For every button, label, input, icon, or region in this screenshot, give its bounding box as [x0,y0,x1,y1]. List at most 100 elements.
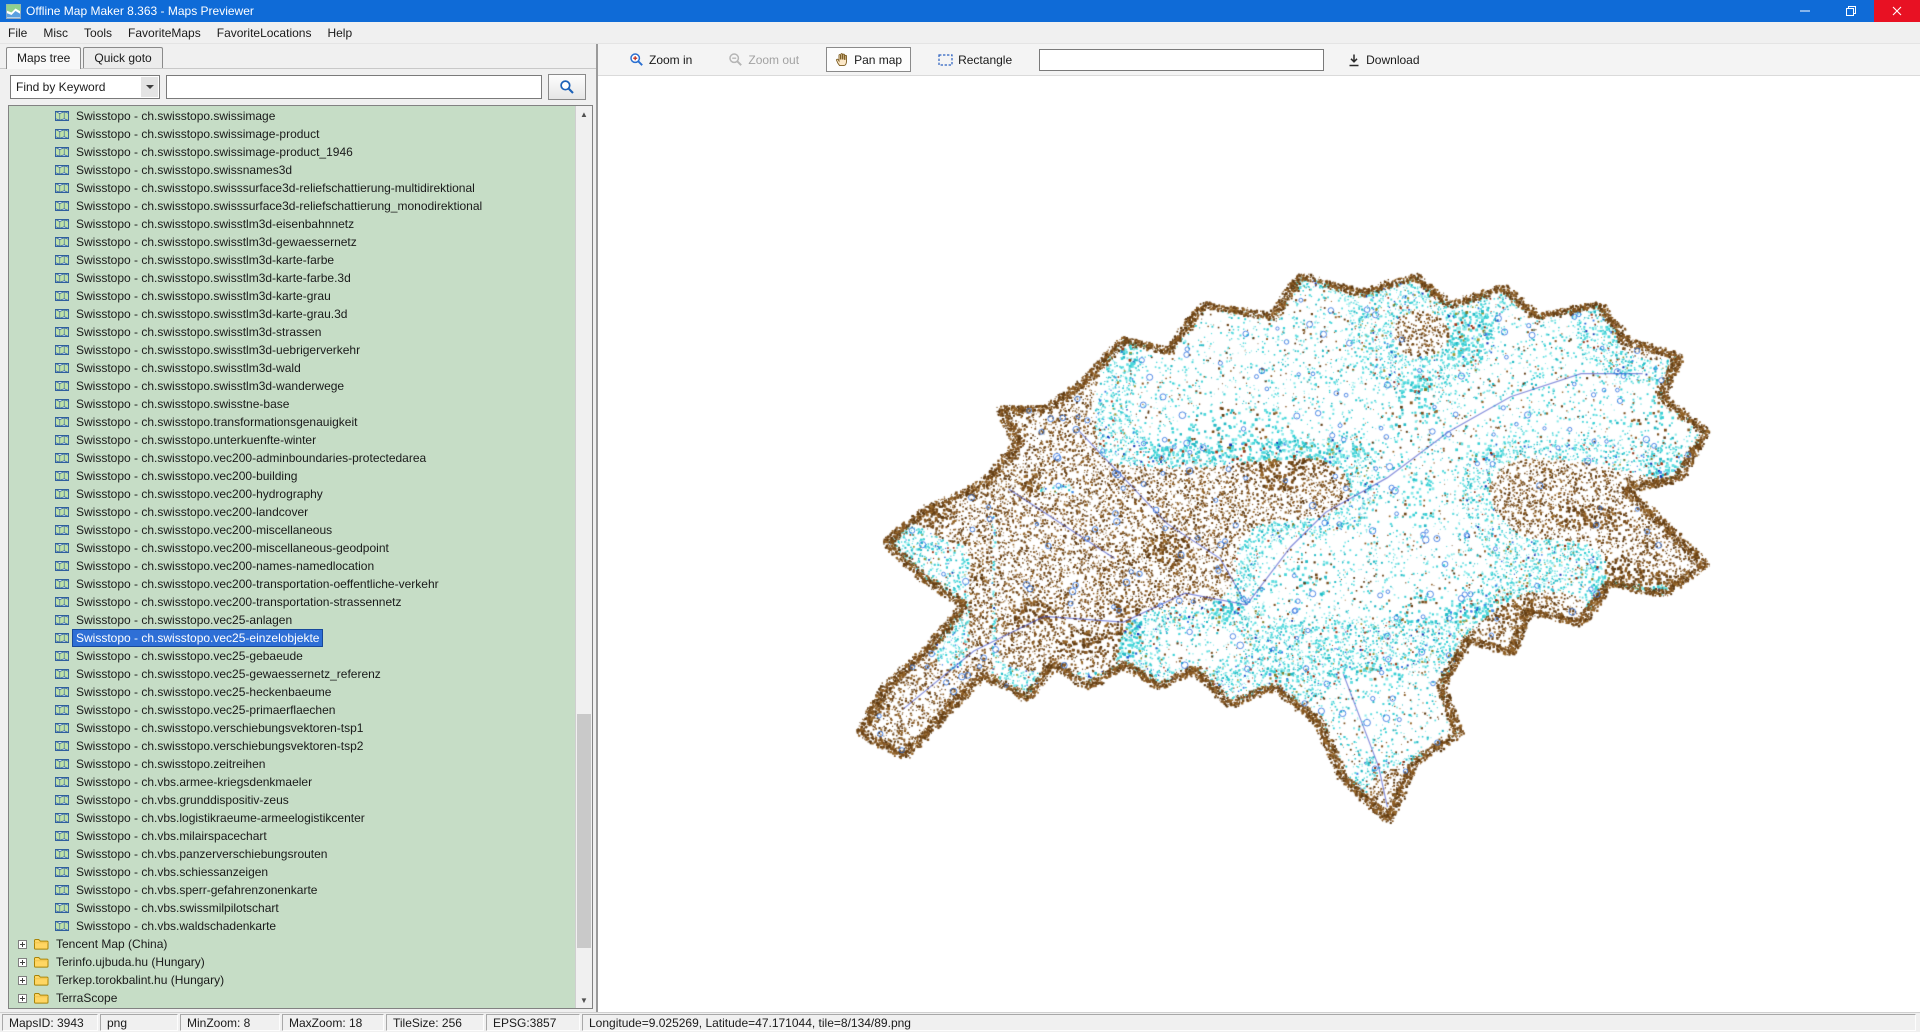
tree-map-item[interactable]: Swisstopo - ch.swisstopo.vec200-names-na… [9,557,575,575]
tree-map-item[interactable]: Swisstopo - ch.swisstopo.swisssurface3d-… [9,197,575,215]
tree-scrollbar[interactable]: ▲ ▼ [575,106,592,1008]
zoom-out-button[interactable]: Zoom out [719,47,808,72]
map-icon [55,560,69,572]
tree-map-item[interactable]: Swisstopo - ch.swisstopo.swisstlm3d-kart… [9,269,575,287]
tree-item-label: Swisstopo - ch.swisstopo.swisstlm3d-eise… [73,216,357,232]
menu-item-favoritelocations[interactable]: FavoriteLocations [209,22,320,43]
menu-item-favoritemaps[interactable]: FavoriteMaps [120,22,209,43]
tree-map-item[interactable]: Swisstopo - ch.swisstopo.swissnames3d [9,161,575,179]
zoom-out-icon [728,52,743,67]
zoom-in-button[interactable]: Zoom in [620,47,701,72]
tree-map-item[interactable]: Swisstopo - ch.swisstopo.vec200-building [9,467,575,485]
tree-map-item[interactable]: Swisstopo - ch.vbs.panzerverschiebungsro… [9,845,575,863]
tree-item-label: Swisstopo - ch.vbs.grunddispositiv-zeus [73,792,292,808]
tree-map-item[interactable]: Swisstopo - ch.vbs.logistikraeume-armeel… [9,809,575,827]
tree-map-item[interactable]: Swisstopo - ch.swisstopo.transformations… [9,413,575,431]
tree-item-label: Swisstopo - ch.swisstopo.transformations… [73,414,360,430]
tree-folder-item[interactable]: Terinfo.ujbuda.hu (Hungary) [9,953,575,971]
chevron-down-icon[interactable] [141,77,158,97]
map-icon [55,290,69,302]
app-window: Offline Map Maker 8.363 - Maps Previewer… [0,0,1920,1032]
tree-map-item[interactable]: Swisstopo - ch.swisstopo.swisssurface3d-… [9,179,575,197]
tree-folder-item[interactable]: Terkep.torokbalint.hu (Hungary) [9,971,575,989]
tree-item-label: Swisstopo - ch.swisstopo.vec25-heckenbae… [73,684,334,700]
tree-map-item[interactable]: Swisstopo - ch.swisstopo.unterkuenfte-wi… [9,431,575,449]
tree-item-label: Swisstopo - ch.vbs.panzerverschiebungsro… [73,846,330,862]
tree-map-item[interactable]: Swisstopo - ch.swisstopo.vec25-heckenbae… [9,683,575,701]
tree-map-item[interactable]: Swisstopo - ch.vbs.armee-kriegsdenkmaele… [9,773,575,791]
tree-map-item[interactable]: Swisstopo - ch.swisstopo.swisstlm3d-wald [9,359,575,377]
search-button[interactable] [548,74,586,100]
tree-map-item[interactable]: Swisstopo - ch.swisstopo.verschiebungsve… [9,737,575,755]
tree-map-item[interactable]: Swisstopo - ch.vbs.swissmilpilotschart [9,899,575,917]
minimize-icon [1800,6,1810,16]
tree-map-item[interactable]: Swisstopo - ch.swisstopo.vec25-gebaeude [9,647,575,665]
tree-map-item[interactable]: Swisstopo - ch.swisstopo.vec25-einzelobj… [9,629,575,647]
tree-map-item[interactable]: Swisstopo - ch.swisstopo.swisstlm3d-kart… [9,287,575,305]
tree-map-item[interactable]: Swisstopo - ch.swisstopo.swissimage [9,107,575,125]
search-mode-select[interactable]: Find by Keyword [10,75,160,99]
toolbar-input[interactable] [1039,49,1324,71]
tree-map-item[interactable]: Swisstopo - ch.swisstopo.swisstlm3d-gewa… [9,233,575,251]
tree-map-item[interactable]: Swisstopo - ch.vbs.sperr-gefahrenzonenka… [9,881,575,899]
tree-map-item[interactable]: Swisstopo - ch.swisstopo.vec200-hydrogra… [9,485,575,503]
tree-map-item[interactable]: Swisstopo - ch.swisstopo.vec200-transpor… [9,575,575,593]
tree-map-item[interactable]: Swisstopo - ch.swisstopo.swisstlm3d-wand… [9,377,575,395]
maximize-button[interactable] [1828,0,1874,22]
map-canvas[interactable] [598,76,1920,1012]
tree-item-label: Swisstopo - ch.vbs.sperr-gefahrenzonenka… [73,882,320,898]
expand-icon[interactable] [18,958,27,967]
tree-map-item[interactable]: Swisstopo - ch.swisstopo.verschiebungsve… [9,719,575,737]
tree-map-item[interactable]: Swisstopo - ch.swisstopo.swissimage-prod… [9,143,575,161]
download-button[interactable]: Download [1338,48,1428,72]
tree-map-item[interactable]: Swisstopo - ch.vbs.milairspacechart [9,827,575,845]
tree-map-item[interactable]: Swisstopo - ch.swisstopo.vec200-miscella… [9,539,575,557]
menu-item-misc[interactable]: Misc [35,22,76,43]
tree-map-item[interactable]: Swisstopo - ch.swisstopo.vec200-miscella… [9,521,575,539]
scrollbar-track[interactable] [576,122,592,992]
tree-map-item[interactable]: Swisstopo - ch.swisstopo.vec200-adminbou… [9,449,575,467]
rectangle-icon [938,54,953,66]
tab-maps-tree[interactable]: Maps tree [6,47,81,69]
search-input[interactable] [166,75,542,99]
tree-map-item[interactable]: Swisstopo - ch.swisstopo.vec25-gewaesser… [9,665,575,683]
tree-map-item[interactable]: Swisstopo - ch.vbs.schiessanzeigen [9,863,575,881]
menu-item-file[interactable]: File [0,22,35,43]
tree-map-item[interactable]: Swisstopo - ch.swisstopo.swisstlm3d-kart… [9,251,575,269]
tree-folder-item[interactable]: Tencent Map (China) [9,935,575,953]
expand-icon[interactable] [18,940,27,949]
menu-item-tools[interactable]: Tools [76,22,120,43]
tree-item-label: Swisstopo - ch.swisstopo.vec200-names-na… [73,558,377,574]
tree-map-item[interactable]: Swisstopo - ch.swisstopo.swissimage-prod… [9,125,575,143]
tree-map-item[interactable]: Swisstopo - ch.swisstopo.swisstlm3d-kart… [9,305,575,323]
scroll-down-icon[interactable]: ▼ [576,992,592,1008]
minimize-button[interactable] [1782,0,1828,22]
maps-tree-panel: Swisstopo - ch.swisstopo.swissimageSwiss… [8,105,593,1009]
rectangle-button[interactable]: Rectangle [929,48,1021,72]
close-button[interactable] [1874,0,1920,22]
tree-item-label: Swisstopo - ch.swisstopo.vec25-primaerfl… [73,702,338,718]
tab-quick-goto[interactable]: Quick goto [83,47,162,68]
tree-folder-item[interactable]: TerraScope [9,989,575,1007]
tree-item-label: Swisstopo - ch.swisstopo.swisstlm3d-uebr… [73,342,363,358]
expand-icon[interactable] [18,994,27,1003]
scrollbar-thumb[interactable] [577,714,591,949]
menu-item-help[interactable]: Help [319,22,360,43]
tree-map-item[interactable]: Swisstopo - ch.swisstopo.swisstne-base [9,395,575,413]
pan-map-button[interactable]: Pan map [826,47,911,72]
tree-map-item[interactable]: Swisstopo - ch.swisstopo.vec200-landcove… [9,503,575,521]
map-icon [55,542,69,554]
tree-map-item[interactable]: Swisstopo - ch.swisstopo.swisstlm3d-stra… [9,323,575,341]
expand-icon[interactable] [18,976,27,985]
tree-map-item[interactable]: Swisstopo - ch.swisstopo.vec200-transpor… [9,593,575,611]
tree-map-item[interactable]: Swisstopo - ch.swisstopo.swisstlm3d-uebr… [9,341,575,359]
tree-map-item[interactable]: Swisstopo - ch.vbs.waldschadenkarte [9,917,575,935]
map-icon [55,254,69,266]
tree-map-item[interactable]: Swisstopo - ch.swisstopo.vec25-primaerfl… [9,701,575,719]
scroll-up-icon[interactable]: ▲ [576,106,592,122]
tree-map-item[interactable]: Swisstopo - ch.vbs.grunddispositiv-zeus [9,791,575,809]
tree-map-item[interactable]: Swisstopo - ch.swisstopo.vec25-anlagen [9,611,575,629]
tree-map-item[interactable]: Swisstopo - ch.swisstopo.zeitreihen [9,755,575,773]
tree-map-item[interactable]: Swisstopo - ch.swisstopo.swisstlm3d-eise… [9,215,575,233]
tree-item-label: Swisstopo - ch.swisstopo.vec200-landcove… [73,504,311,520]
